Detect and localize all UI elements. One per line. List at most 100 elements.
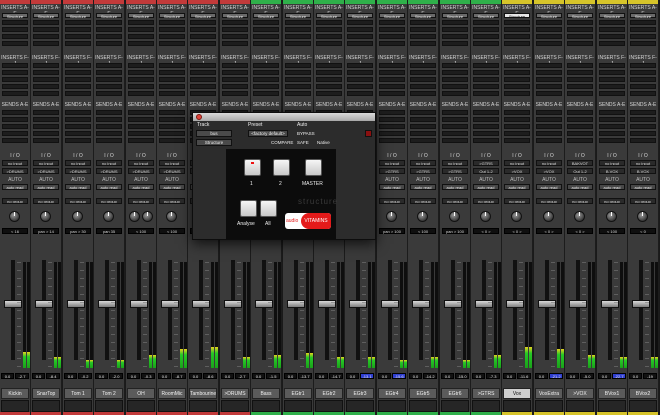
input-selector[interactable]: no input [536,160,562,166]
comments-field[interactable] [315,400,343,412]
insert-slot-empty[interactable] [410,34,436,39]
track-name[interactable]: Bass [252,388,280,399]
track-name[interactable]: Vox [503,388,531,399]
send-slot-empty[interactable] [65,138,91,143]
compare-button[interactable]: COMPARE [271,140,293,145]
insert-slot-empty[interactable] [442,91,468,96]
pan-knob-right[interactable] [142,211,153,222]
insert-slot-empty[interactable] [316,84,342,89]
send-slot-empty[interactable] [159,124,185,129]
send-slot-empty[interactable] [630,117,656,122]
insert-slot-empty[interactable] [567,34,593,39]
insert-slot-a[interactable]: Structure [65,13,91,19]
track-name[interactable]: SnarTop [32,388,60,399]
insert-slot-empty[interactable] [128,91,154,96]
insert-slot-empty[interactable] [442,63,468,68]
send-slot-empty[interactable] [33,131,59,136]
group-selector[interactable]: no group [2,198,28,204]
send-slot-empty[interactable] [536,117,562,122]
send-slot-empty[interactable] [128,138,154,143]
send-slot-empty[interactable] [96,131,122,136]
group-selector[interactable]: no group [473,198,499,204]
comments-field[interactable] [252,400,280,412]
send-slot-empty[interactable] [159,117,185,122]
insert-slot-empty[interactable] [504,70,530,75]
send-slot-empty[interactable] [630,138,656,143]
insert-slot-empty[interactable] [96,77,122,82]
insert-slot-empty[interactable] [567,63,593,68]
insert-slot-empty[interactable] [285,70,311,75]
insert-slot-empty[interactable] [473,20,499,25]
insert-slot-empty[interactable] [473,84,499,89]
insert-slot-empty[interactable] [379,34,405,39]
track-name[interactable]: VoxExtra [535,388,563,399]
comments-field[interactable] [598,400,626,412]
output-selector[interactable]: Out 1-2 [473,168,499,174]
output-selector[interactable]: >VOX [536,168,562,174]
pan-knob[interactable] [417,211,428,222]
insert-slot-empty[interactable] [128,41,154,46]
send-slot-empty[interactable] [630,110,656,115]
insert-slot-empty[interactable] [347,63,373,68]
insert-slot-a[interactable]: Structure [379,13,405,19]
send-slot-empty[interactable] [410,138,436,143]
insert-slot-empty[interactable] [442,70,468,75]
send-slot-empty[interactable] [2,117,28,122]
automation-mode[interactable]: auto read [410,184,436,190]
send-slot-empty[interactable] [442,110,468,115]
insert-slot-empty[interactable] [190,70,216,75]
insert-slot-empty[interactable] [410,41,436,46]
master-button[interactable] [305,159,322,176]
send-slot-empty[interactable] [33,117,59,122]
comments-field[interactable] [95,400,123,412]
insert-slot-empty[interactable] [285,91,311,96]
insert-slot-empty[interactable] [190,91,216,96]
pan-knob[interactable] [103,211,114,222]
plugin-titlebar[interactable] [193,113,375,121]
insert-slot-empty[interactable] [33,70,59,75]
insert-slot-empty[interactable] [128,27,154,32]
insert-slot-empty[interactable] [599,63,625,68]
insert-slot-empty[interactable] [222,63,248,68]
automation-mode[interactable]: auto read [159,184,185,190]
insert-slot-empty[interactable] [190,27,216,32]
comments-field[interactable] [409,400,437,412]
insert-slot-empty[interactable] [222,34,248,39]
insert-slot-a[interactable]: Structure [190,13,216,19]
insert-slot-a[interactable]: Structure [630,13,656,19]
insert-slot-empty[interactable] [2,84,28,89]
insert-slot-empty[interactable] [599,84,625,89]
input-selector[interactable]: no input [33,160,59,166]
send-slot-empty[interactable] [536,110,562,115]
insert-slot-empty[interactable] [442,27,468,32]
insert-slot-empty[interactable] [33,63,59,68]
insert-slot-empty[interactable] [253,77,279,82]
insert-slot-empty[interactable] [599,77,625,82]
send-slot-empty[interactable] [96,124,122,129]
insert-slot-empty[interactable] [504,27,530,32]
insert-slot-a[interactable]: Structure [222,13,248,19]
insert-slot-empty[interactable] [410,84,436,89]
insert-slot-empty[interactable] [630,27,656,32]
output-selector[interactable]: >DRUMS [33,168,59,174]
send-slot-empty[interactable] [33,138,59,143]
comments-field[interactable] [441,400,469,412]
insert-slot-empty[interactable] [442,34,468,39]
pan-knob[interactable] [543,211,554,222]
insert-slot-empty[interactable] [159,77,185,82]
insert-slot-empty[interactable] [316,63,342,68]
close-icon[interactable] [196,114,202,120]
insert-slot-empty[interactable] [253,41,279,46]
input-selector[interactable]: no input [630,160,656,166]
plugin-window[interactable]: Track Preset Auto bus <factory default> … [192,112,376,240]
insert-slot-empty[interactable] [379,27,405,32]
send-slot-empty[interactable] [410,110,436,115]
group-selector[interactable]: no group [159,198,185,204]
input-selector[interactable]: no input [159,160,185,166]
group-selector[interactable]: no group [599,198,625,204]
insert-slot-empty[interactable] [536,77,562,82]
group-selector[interactable]: no group [65,198,91,204]
send-slot-empty[interactable] [473,138,499,143]
track-name[interactable]: EGtr4 [378,388,406,399]
send-slot-empty[interactable] [65,117,91,122]
